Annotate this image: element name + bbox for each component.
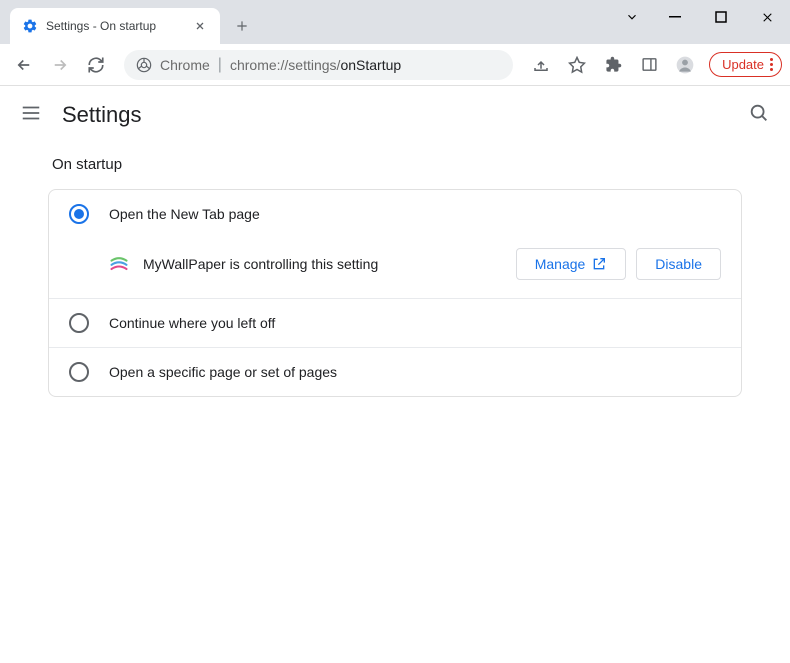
section-title: On startup (48, 156, 742, 173)
update-button[interactable]: Update (709, 52, 782, 77)
option-specific[interactable]: Open a specific page or set of pages (49, 348, 741, 396)
window-controls (612, 0, 790, 34)
option-label: Open a specific page or set of pages (109, 364, 337, 380)
close-icon[interactable] (192, 18, 208, 34)
settings-header: Settings (0, 86, 790, 144)
option-label: Open the New Tab page (109, 206, 260, 222)
update-label: Update (722, 57, 764, 72)
chrome-icon (136, 57, 152, 73)
disable-button[interactable]: Disable (636, 248, 721, 280)
reload-button[interactable] (80, 49, 112, 81)
close-window-button[interactable] (744, 0, 790, 34)
manage-label: Manage (535, 256, 586, 272)
titlebar: Settings - On startup (0, 0, 790, 44)
extension-message: MyWallPaper is controlling this setting (143, 256, 502, 272)
omnibox[interactable]: Chrome | chrome://settings/onStartup (124, 50, 513, 80)
radio-icon[interactable] (69, 362, 89, 382)
option-new-tab[interactable]: Open the New Tab page (49, 190, 741, 238)
extension-actions: Manage Disable (516, 248, 721, 280)
content-area: On startup Open the New Tab page MyWallP… (0, 144, 790, 409)
menu-dots-icon (770, 58, 773, 71)
option-continue[interactable]: Continue where you left off (49, 299, 741, 347)
maximize-button[interactable] (698, 0, 744, 34)
option-label: Continue where you left off (109, 315, 275, 331)
sidepanel-icon[interactable] (633, 49, 665, 81)
startup-options-card: Open the New Tab page MyWallPaper is con… (48, 189, 742, 397)
page-title: Settings (62, 102, 728, 128)
omnibox-scheme: Chrome (160, 57, 210, 73)
profile-icon[interactable] (669, 49, 701, 81)
new-tab-button[interactable] (228, 12, 256, 40)
back-button[interactable] (8, 49, 40, 81)
hamburger-icon[interactable] (20, 102, 42, 129)
share-icon[interactable] (525, 49, 557, 81)
external-link-icon (591, 256, 607, 272)
forward-button[interactable] (44, 49, 76, 81)
tab-title: Settings - On startup (46, 19, 184, 33)
browser-toolbar: Chrome | chrome://settings/onStartup Upd… (0, 44, 790, 86)
bookmark-icon[interactable] (561, 49, 593, 81)
radio-icon[interactable] (69, 313, 89, 333)
gear-icon (22, 18, 38, 34)
search-icon[interactable] (748, 102, 770, 129)
manage-button[interactable]: Manage (516, 248, 627, 280)
extensions-icon[interactable] (597, 49, 629, 81)
chevron-down-icon[interactable] (612, 0, 652, 34)
browser-tab[interactable]: Settings - On startup (10, 8, 220, 44)
extension-app-icon (109, 254, 129, 274)
radio-selected-icon[interactable] (69, 204, 89, 224)
omnibox-url: chrome://settings/onStartup (230, 57, 401, 73)
extension-notice: MyWallPaper is controlling this setting … (49, 238, 741, 298)
minimize-button[interactable] (652, 0, 698, 34)
